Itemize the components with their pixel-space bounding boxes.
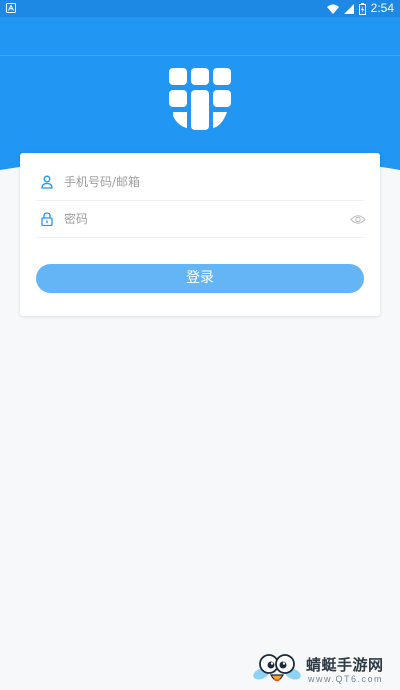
battery-icon [358,2,366,15]
signal-icon [343,3,354,14]
phone-email-input[interactable] [64,170,334,194]
app-logo-icon [169,68,231,130]
login-button[interactable]: 登录 [36,264,364,293]
lock-icon [41,212,53,226]
watermark-url: www.QT6.com [308,674,384,684]
watermark-title: 蜻蜓手游网 [306,656,384,674]
password-input[interactable] [64,207,334,231]
eye-icon[interactable] [350,214,366,225]
dragonfly-mascot-icon [253,654,301,682]
user-icon [41,175,53,189]
phone-field-row [20,164,380,201]
status-time: 2:54 [370,1,394,15]
wifi-icon [326,4,339,14]
status-icons: 2:54 [326,0,394,17]
watermark: 蜻蜓手游网 www.QT6.com [252,652,398,688]
field-divider [36,237,364,238]
login-card: 登录 [20,153,380,316]
notification-icon [6,3,16,13]
status-bar: 2:54 [0,0,400,17]
app-bar [0,17,400,56]
password-field-row [20,201,380,238]
